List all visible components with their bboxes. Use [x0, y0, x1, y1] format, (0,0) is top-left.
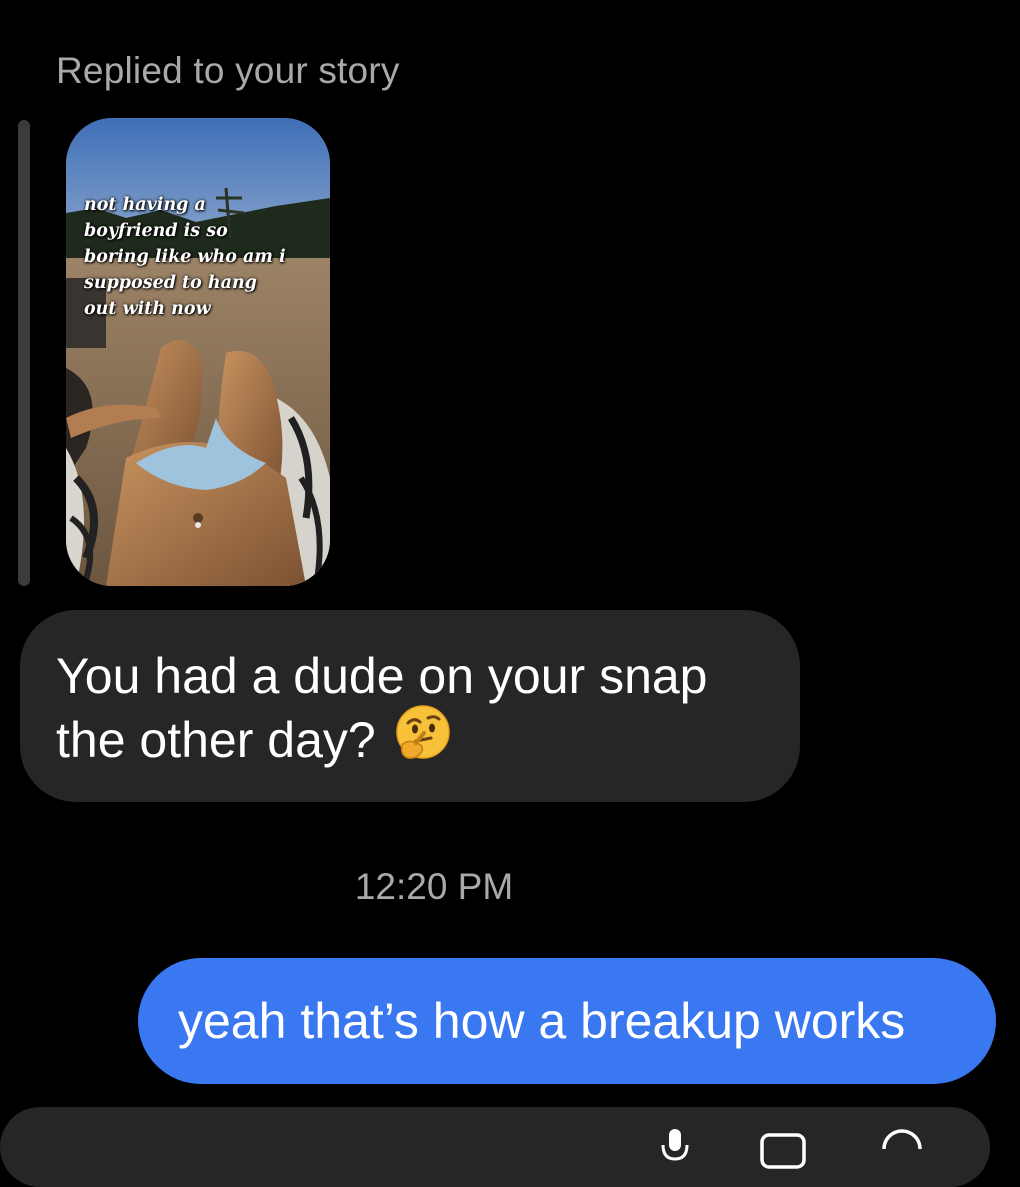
message-composer[interactable]	[0, 1107, 990, 1187]
received-message-text: the other day?	[56, 712, 376, 768]
story-caption-line: supposed to hang	[84, 273, 257, 293]
story-thumbnail[interactable]: not having a boyfriend is so boring like…	[66, 118, 330, 586]
received-message-bubble[interactable]: You had a dude on your snap the other da…	[20, 610, 800, 802]
story-caption-line: not having a	[84, 195, 206, 215]
reply-header: Replied to your story	[56, 50, 400, 91]
sent-message-bubble[interactable]: yeah that’s how a breakup works	[138, 958, 996, 1084]
photo-icon[interactable]	[760, 1129, 806, 1174]
story-photo	[66, 118, 330, 586]
story-caption-line: boyfriend is so	[84, 221, 228, 241]
story-caption: not having a boyfriend is so boring like…	[84, 192, 314, 322]
story-caption-line: boring like who am i	[84, 247, 286, 267]
reply-indicator-bar	[18, 120, 30, 586]
received-message-line-2: the other day?	[56, 705, 764, 776]
story-caption-line: out with now	[84, 299, 211, 319]
message-timestamp: 12:20 PM	[354, 866, 514, 907]
sticker-icon[interactable]	[880, 1129, 924, 1174]
microphone-icon[interactable]	[660, 1129, 690, 1174]
received-message-line: You had a dude on your snap	[56, 648, 708, 704]
thinking-face-emoji	[394, 703, 452, 776]
